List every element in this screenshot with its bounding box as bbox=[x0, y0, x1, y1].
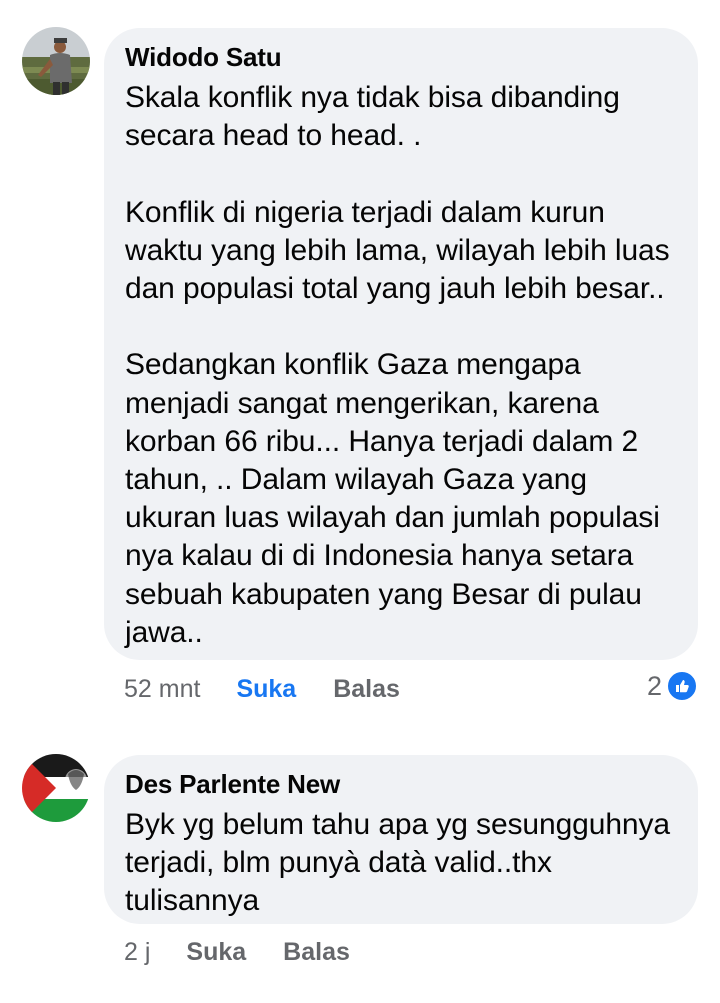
avatar[interactable] bbox=[22, 27, 90, 95]
comment-timestamp[interactable]: 52 mnt bbox=[124, 675, 200, 704]
avatar-photo-icon bbox=[22, 27, 90, 95]
comment-actions: 2 j Suka Balas bbox=[124, 932, 350, 972]
comment-bubble[interactable]: Des Parlente New Byk yg belum tahu apa y… bbox=[104, 755, 698, 924]
comment-author[interactable]: Des Parlente New bbox=[125, 768, 678, 800]
comment-timestamp[interactable]: 2 j bbox=[124, 938, 150, 967]
like-icon bbox=[666, 670, 698, 702]
reply-button[interactable]: Balas bbox=[333, 675, 400, 704]
palestine-flag-avatar-icon bbox=[22, 754, 90, 822]
reaction-summary[interactable]: 2 bbox=[647, 670, 698, 702]
comment-bubble[interactable]: Widodo Satu Skala konflik nya tidak bisa… bbox=[104, 28, 698, 660]
like-button[interactable]: Suka bbox=[186, 938, 246, 967]
comment-actions: 52 mnt Suka Balas bbox=[124, 669, 400, 709]
reply-button[interactable]: Balas bbox=[283, 938, 350, 967]
comment-text: Byk yg belum tahu apa yg sesungguhnya te… bbox=[125, 808, 671, 918]
avatar[interactable] bbox=[22, 754, 90, 822]
comment-author[interactable]: Widodo Satu bbox=[125, 41, 678, 73]
reaction-count: 2 bbox=[646, 670, 662, 701]
like-button[interactable]: Suka bbox=[236, 675, 296, 704]
comment-text: Skala konflik nya tidak bisa dibanding s… bbox=[125, 81, 670, 649]
